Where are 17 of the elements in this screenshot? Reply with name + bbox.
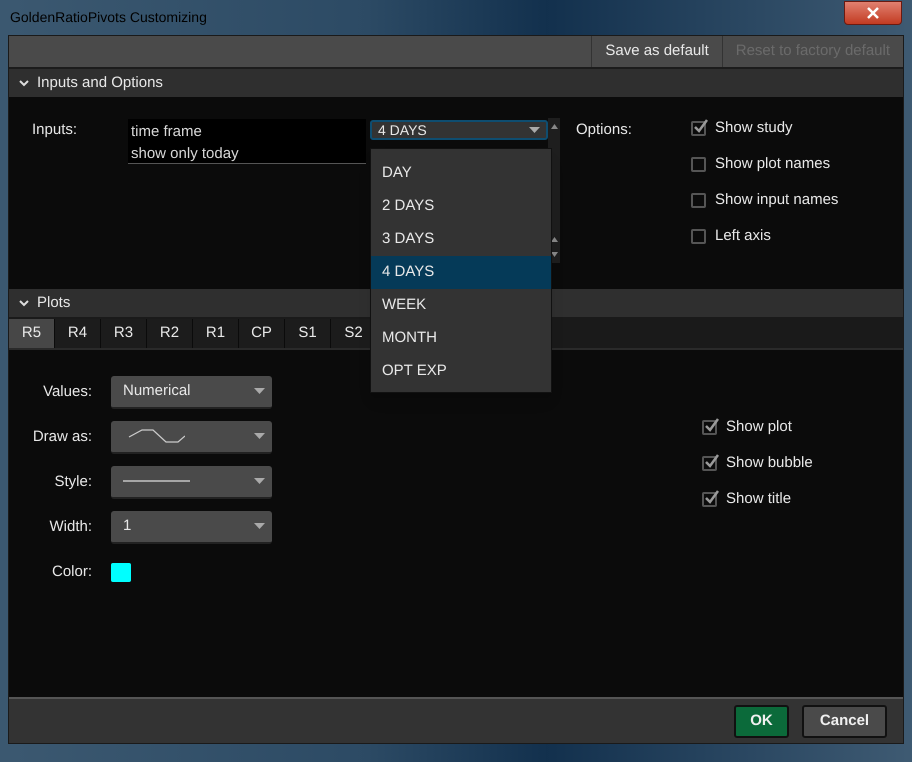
checkbox-label: Show study [715, 118, 793, 138]
checkbox-label: Show bubble [726, 452, 813, 473]
setting-label: Draw as: [32, 426, 92, 447]
setting-label: Color: [50, 562, 92, 582]
setting-label: Values: [42, 382, 92, 402]
checkbox-label: Show input names [715, 190, 838, 210]
checkbox-label: Show plot names [715, 154, 830, 174]
setting-label: Style: [53, 472, 92, 492]
section-title: Plots [37, 292, 70, 313]
checkbox-label: Show title [726, 488, 792, 509]
checkbox-label: Left axis [715, 226, 771, 246]
options-label: Options: [576, 120, 633, 139]
checkbox-label: Show plot [726, 416, 792, 437]
section-title: Inputs and Options [37, 72, 163, 93]
setting-label: Width: [48, 516, 92, 537]
window-title: GoldenRatioPivots Customizing [10, 8, 207, 27]
inputs-label: Inputs: [32, 120, 78, 139]
